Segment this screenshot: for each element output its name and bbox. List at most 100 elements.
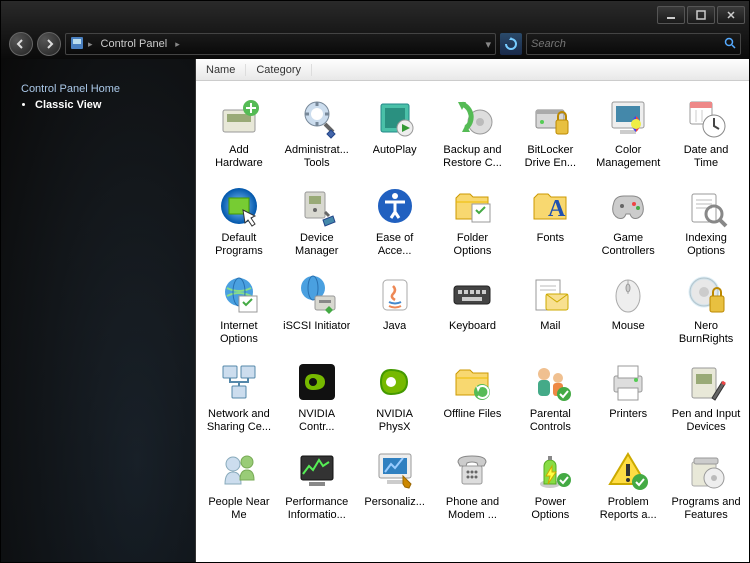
item-label: AutoPlay	[373, 144, 417, 157]
back-button[interactable]	[9, 32, 33, 56]
item-pen-input[interactable]: Pen and Input Devices	[667, 353, 745, 439]
search-box[interactable]	[526, 33, 741, 55]
offline-files-icon	[448, 358, 496, 406]
item-add-hardware[interactable]: Add Hardware	[200, 89, 278, 175]
breadcrumb-control-panel[interactable]: Control Panel	[97, 38, 172, 50]
sidebar-classic-view[interactable]: Classic View	[35, 99, 195, 111]
item-label: Programs and Features	[671, 496, 741, 522]
admin-tools-icon	[293, 94, 341, 142]
phone-modem-icon	[448, 446, 496, 494]
nero-icon	[682, 270, 730, 318]
mail-icon	[526, 270, 574, 318]
item-programs-features[interactable]: Programs and Features	[667, 441, 745, 527]
item-power-options[interactable]: Power Options	[511, 441, 589, 527]
column-name[interactable]: Name	[196, 64, 246, 76]
item-keyboard[interactable]: Keyboard	[434, 265, 512, 351]
item-label: Folder Options	[437, 232, 507, 258]
item-label: Backup and Restore C...	[437, 144, 507, 170]
close-button[interactable]	[717, 6, 745, 24]
fonts-icon: A	[526, 182, 574, 230]
item-autoplay[interactable]: AutoPlay	[356, 89, 434, 175]
color-management-icon	[604, 94, 652, 142]
item-parental-controls[interactable]: Parental Controls	[511, 353, 589, 439]
item-label: Performance Informatio...	[282, 496, 352, 522]
personalization-icon	[371, 446, 419, 494]
internet-options-icon	[215, 270, 263, 318]
item-people-near-me[interactable]: People Near Me	[200, 441, 278, 527]
dropdown-icon[interactable]: ▾	[485, 38, 491, 51]
toolbar: ▸ Control Panel ▸ ▾	[1, 29, 749, 59]
item-java[interactable]: Java	[356, 265, 434, 351]
main-panel: Name Category Add HardwareAdministrat...…	[195, 59, 749, 562]
column-category[interactable]: Category	[246, 64, 312, 76]
item-label: NVIDIA PhysX	[360, 408, 430, 434]
nvidia-control-icon	[293, 358, 341, 406]
item-nero[interactable]: Nero BurnRights	[667, 265, 745, 351]
mouse-icon	[604, 270, 652, 318]
item-iscsi[interactable]: iSCSI Initiator	[278, 265, 356, 351]
item-label: Personaliz...	[364, 496, 425, 509]
bitlocker-icon	[526, 94, 574, 142]
item-nvidia-control[interactable]: NVIDIA Contr...	[278, 353, 356, 439]
item-label: People Near Me	[204, 496, 274, 522]
column-header: Name Category	[196, 59, 749, 81]
item-label: NVIDIA Contr...	[282, 408, 352, 434]
item-label: Printers	[609, 408, 647, 421]
ease-of-access-icon	[371, 182, 419, 230]
item-label: BitLocker Drive En...	[515, 144, 585, 170]
item-problem-reports[interactable]: Problem Reports a...	[589, 441, 667, 527]
item-ease-of-access[interactable]: Ease of Acce...	[356, 177, 434, 263]
refresh-button[interactable]	[500, 33, 522, 55]
item-label: Indexing Options	[671, 232, 741, 258]
item-mouse[interactable]: Mouse	[589, 265, 667, 351]
people-near-me-icon	[215, 446, 263, 494]
date-time-icon	[682, 94, 730, 142]
item-admin-tools[interactable]: Administrat... Tools	[278, 89, 356, 175]
item-label: Parental Controls	[515, 408, 585, 434]
item-label: Device Manager	[282, 232, 352, 258]
item-label: Java	[383, 320, 406, 333]
maximize-button[interactable]	[687, 6, 715, 24]
sidebar: Control Panel Home Classic View	[1, 59, 195, 562]
item-bitlocker[interactable]: BitLocker Drive En...	[511, 89, 589, 175]
item-color-management[interactable]: Color Management	[589, 89, 667, 175]
item-folder-options[interactable]: Folder Options	[434, 177, 512, 263]
item-performance-info[interactable]: Performance Informatio...	[278, 441, 356, 527]
item-label: Add Hardware	[204, 144, 274, 170]
backup-restore-icon	[448, 94, 496, 142]
search-icon[interactable]	[724, 37, 736, 52]
item-nvidia-physx[interactable]: NVIDIA PhysX	[356, 353, 434, 439]
item-phone-modem[interactable]: Phone and Modem ...	[434, 441, 512, 527]
item-label: Ease of Acce...	[360, 232, 430, 258]
item-indexing-options[interactable]: Indexing Options	[667, 177, 745, 263]
item-label: Problem Reports a...	[593, 496, 663, 522]
item-label: Date and Time	[671, 144, 741, 170]
minimize-button[interactable]	[657, 6, 685, 24]
item-internet-options[interactable]: Internet Options	[200, 265, 278, 351]
item-label: iSCSI Initiator	[283, 320, 350, 333]
item-fonts[interactable]: AFonts	[511, 177, 589, 263]
item-network-sharing[interactable]: Network and Sharing Ce...	[200, 353, 278, 439]
item-game-controllers[interactable]: Game Controllers	[589, 177, 667, 263]
item-label: Pen and Input Devices	[671, 408, 741, 434]
search-input[interactable]	[531, 38, 724, 50]
forward-button[interactable]	[37, 32, 61, 56]
item-backup-restore[interactable]: Backup and Restore C...	[434, 89, 512, 175]
item-device-manager[interactable]: Device Manager	[278, 177, 356, 263]
item-default-programs[interactable]: Default Programs	[200, 177, 278, 263]
sidebar-home-link[interactable]: Control Panel Home	[21, 79, 195, 99]
item-printers[interactable]: Printers	[589, 353, 667, 439]
body: Control Panel Home Classic View Name Cat…	[1, 59, 749, 562]
item-label: Internet Options	[204, 320, 274, 346]
item-offline-files[interactable]: Offline Files	[434, 353, 512, 439]
item-label: Mouse	[612, 320, 645, 333]
breadcrumb-sep-icon: ▸	[88, 39, 93, 50]
network-sharing-icon	[215, 358, 263, 406]
item-date-time[interactable]: Date and Time	[667, 89, 745, 175]
nvidia-physx-icon	[371, 358, 419, 406]
add-hardware-icon	[215, 94, 263, 142]
items-grid: Add HardwareAdministrat... Tools AutoPlay…	[200, 89, 745, 527]
address-bar[interactable]: ▸ Control Panel ▸ ▾	[65, 33, 496, 55]
item-mail[interactable]: Mail	[511, 265, 589, 351]
item-personalization[interactable]: Personaliz...	[356, 441, 434, 527]
